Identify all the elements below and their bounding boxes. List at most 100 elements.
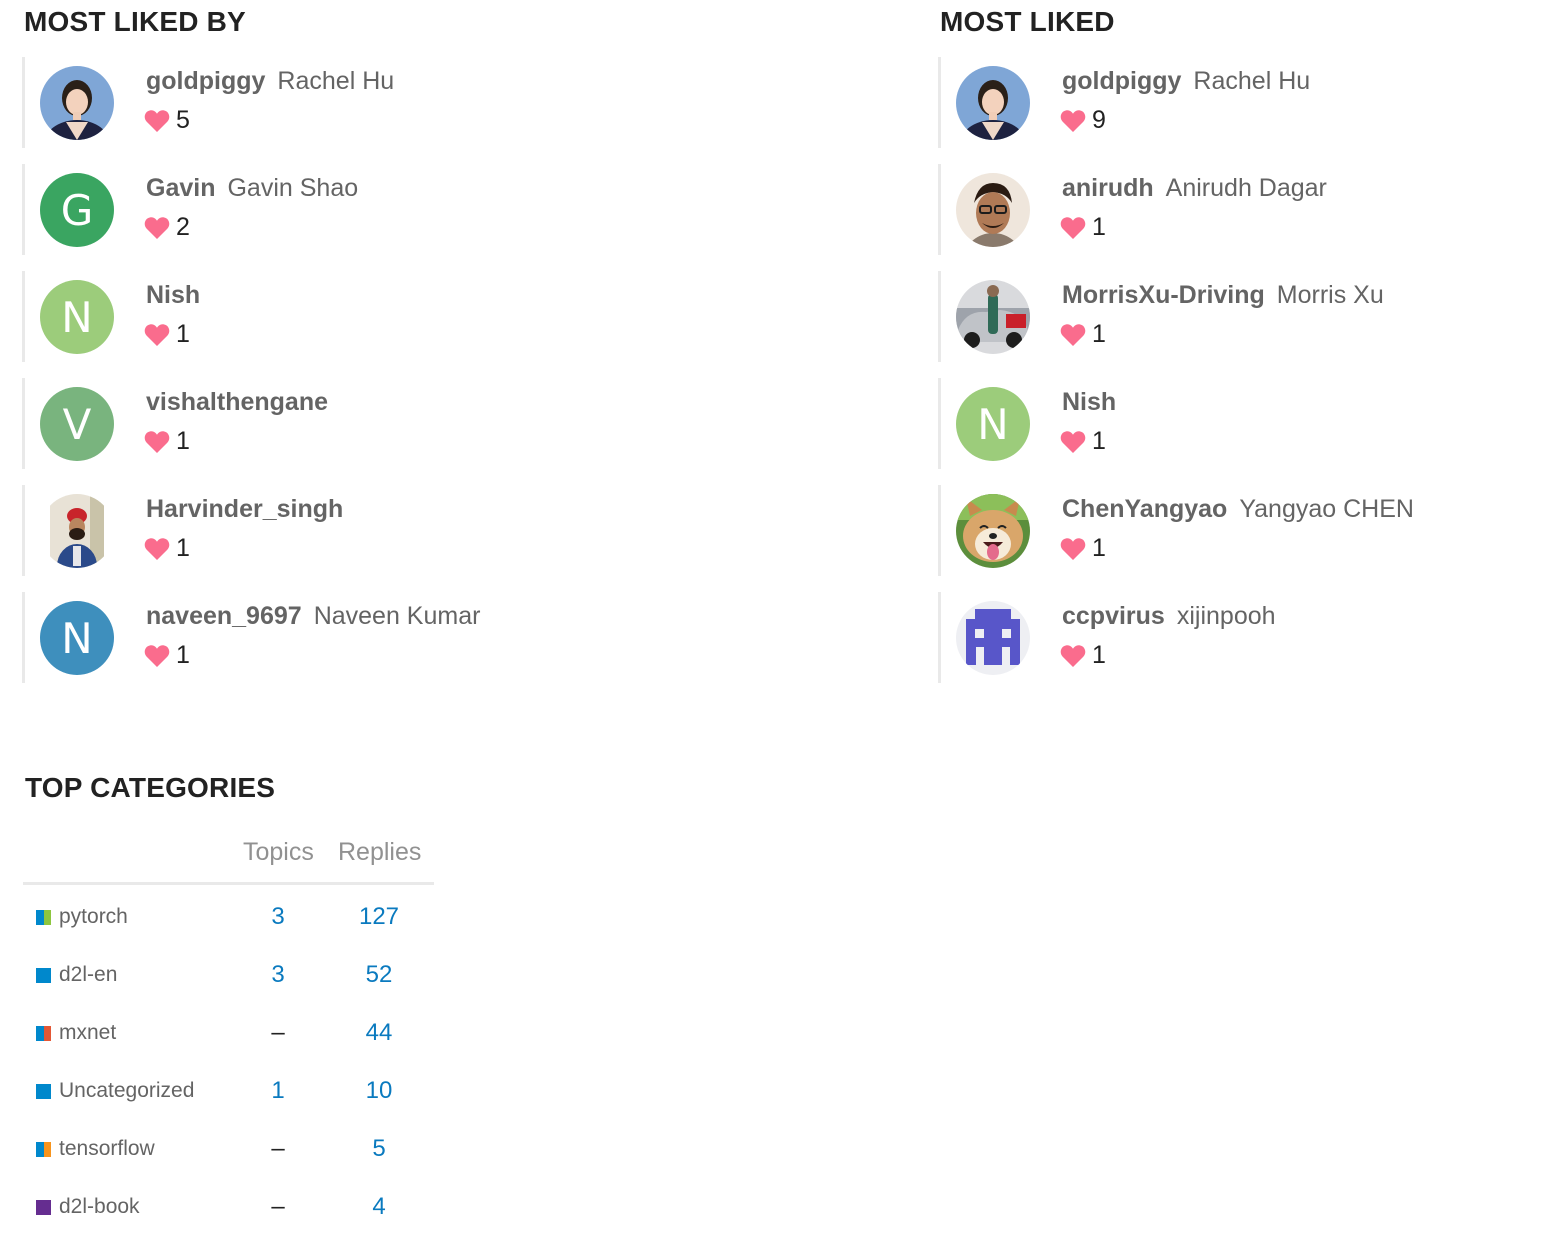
- heart-icon: [1060, 537, 1086, 561]
- avatar-letter: V: [62, 399, 92, 449]
- replies-column-header: Replies: [338, 838, 422, 866]
- category-link[interactable]: d2l-book: [59, 1195, 140, 1219]
- like-count: 1: [176, 534, 190, 562]
- avatar[interactable]: [956, 601, 1030, 675]
- replies-count[interactable]: 127: [349, 903, 409, 931]
- avatar[interactable]: [956, 494, 1030, 568]
- heart-icon: [1060, 216, 1086, 240]
- user-names: Nish: [1062, 388, 1116, 417]
- topics-count: –: [271, 1193, 285, 1220]
- heart-icon: [144, 644, 170, 668]
- like-info: 1: [1060, 427, 1106, 456]
- topics-column-header: Topics: [243, 838, 314, 866]
- full-name: Gavin Shao: [227, 174, 359, 202]
- avatar[interactable]: [956, 280, 1030, 354]
- username-link[interactable]: goldpiggy: [1062, 67, 1181, 95]
- user-item: ChenYangyao Yangyao CHEN 1: [938, 485, 1518, 576]
- category-link[interactable]: d2l-en: [59, 963, 117, 987]
- avatar[interactable]: V: [40, 387, 114, 461]
- heart-icon: [144, 109, 170, 133]
- user-item: ccpvirus xijinpooh 1: [938, 592, 1518, 683]
- user-item: MorrisXu-Driving Morris Xu 1: [938, 271, 1518, 362]
- replies-count[interactable]: 52: [349, 961, 409, 989]
- heart-icon: [1060, 430, 1086, 454]
- like-count: 2: [176, 213, 190, 241]
- category-color-badge: [36, 1142, 51, 1157]
- category-row: pytorch 3 127: [23, 885, 434, 943]
- full-name: Rachel Hu: [277, 67, 395, 95]
- category-link[interactable]: Uncategorized: [59, 1079, 194, 1103]
- avatar-letter: G: [60, 185, 94, 235]
- category-link[interactable]: mxnet: [59, 1021, 116, 1045]
- user-names: vishalthengane: [146, 388, 328, 417]
- replies-count[interactable]: 10: [349, 1077, 409, 1105]
- username-link[interactable]: ChenYangyao: [1062, 495, 1227, 523]
- username-link[interactable]: Nish: [146, 281, 200, 309]
- category-row: mxnet – 44: [23, 1001, 434, 1059]
- user-names: goldpiggy Rachel Hu: [146, 67, 394, 96]
- like-count: 1: [176, 320, 190, 348]
- avatar[interactable]: [40, 66, 114, 140]
- like-count: 1: [1092, 427, 1106, 455]
- category-color-badge: [36, 1084, 51, 1099]
- like-count: 1: [1092, 534, 1106, 562]
- category-link[interactable]: tensorflow: [59, 1137, 155, 1161]
- like-info: 1: [1060, 534, 1106, 563]
- category-color-badge: [36, 968, 51, 983]
- heart-icon: [1060, 109, 1086, 133]
- like-count: 1: [1092, 641, 1106, 669]
- avatar[interactable]: N: [956, 387, 1030, 461]
- most-liked-by-title: MOST LIKED BY: [24, 6, 246, 37]
- heart-icon: [144, 537, 170, 561]
- heart-icon: [144, 323, 170, 347]
- avatar[interactable]: [40, 494, 114, 568]
- top-categories-table: Topics Replies pytorch 3 127 d2l-en 3 52 mxnet…: [23, 830, 434, 1233]
- user-names: MorrisXu-Driving Morris Xu: [1062, 281, 1384, 310]
- category-color-badge: [36, 1200, 51, 1215]
- category-color-badge: [36, 1026, 51, 1041]
- top-categories-title: TOP CATEGORIES: [25, 772, 276, 803]
- replies-count[interactable]: 5: [349, 1135, 409, 1163]
- username-link[interactable]: vishalthengane: [146, 388, 328, 416]
- category-link[interactable]: pytorch: [59, 905, 128, 929]
- user-item: anirudh Anirudh Dagar 1: [938, 164, 1518, 255]
- replies-count[interactable]: 4: [349, 1193, 409, 1221]
- avatar-letter: N: [61, 613, 93, 663]
- topics-count: –: [271, 1135, 285, 1162]
- heart-icon: [1060, 644, 1086, 668]
- avatar-letter: N: [977, 399, 1009, 449]
- user-names: Nish: [146, 281, 200, 310]
- like-info: 1: [144, 641, 190, 670]
- replies-count[interactable]: 44: [349, 1019, 409, 1047]
- avatar[interactable]: G: [40, 173, 114, 247]
- like-info: 1: [1060, 641, 1106, 670]
- most-liked-by-list: goldpiggy Rachel Hu 5 G Gavin Gavin Shao 2 N Nis…: [22, 57, 602, 699]
- username-link[interactable]: goldpiggy: [146, 67, 265, 95]
- username-link[interactable]: naveen_9697: [146, 602, 302, 630]
- user-item: N Nish 1: [22, 271, 602, 362]
- username-link[interactable]: MorrisXu-Driving: [1062, 281, 1265, 309]
- avatar[interactable]: [956, 66, 1030, 140]
- topics-count[interactable]: 1: [248, 1077, 308, 1105]
- user-item: goldpiggy Rachel Hu 5: [22, 57, 602, 148]
- topics-count[interactable]: 3: [248, 961, 308, 989]
- full-name: Morris Xu: [1276, 281, 1384, 309]
- username-link[interactable]: anirudh: [1062, 174, 1154, 202]
- user-item: Vvishalthengane 1: [22, 378, 602, 469]
- username-link[interactable]: Harvinder_singh: [146, 495, 343, 523]
- avatar[interactable]: [956, 173, 1030, 247]
- category-row: Uncategorized 1 10: [23, 1059, 434, 1117]
- avatar[interactable]: N: [40, 280, 114, 354]
- avatar[interactable]: N: [40, 601, 114, 675]
- user-names: goldpiggy Rachel Hu: [1062, 67, 1310, 96]
- user-item: Nnaveen_9697 Naveen Kumar 1: [22, 592, 602, 683]
- table-header: Topics Replies: [23, 830, 434, 885]
- topics-count[interactable]: 3: [248, 903, 308, 931]
- username-link[interactable]: ccpvirus: [1062, 602, 1165, 630]
- username-link[interactable]: Gavin: [146, 174, 215, 202]
- topics-count: –: [271, 1019, 285, 1046]
- like-count: 5: [176, 106, 190, 134]
- most-liked-title: MOST LIKED: [940, 6, 1115, 37]
- full-name: xijinpooh: [1176, 602, 1276, 630]
- username-link[interactable]: Nish: [1062, 388, 1116, 416]
